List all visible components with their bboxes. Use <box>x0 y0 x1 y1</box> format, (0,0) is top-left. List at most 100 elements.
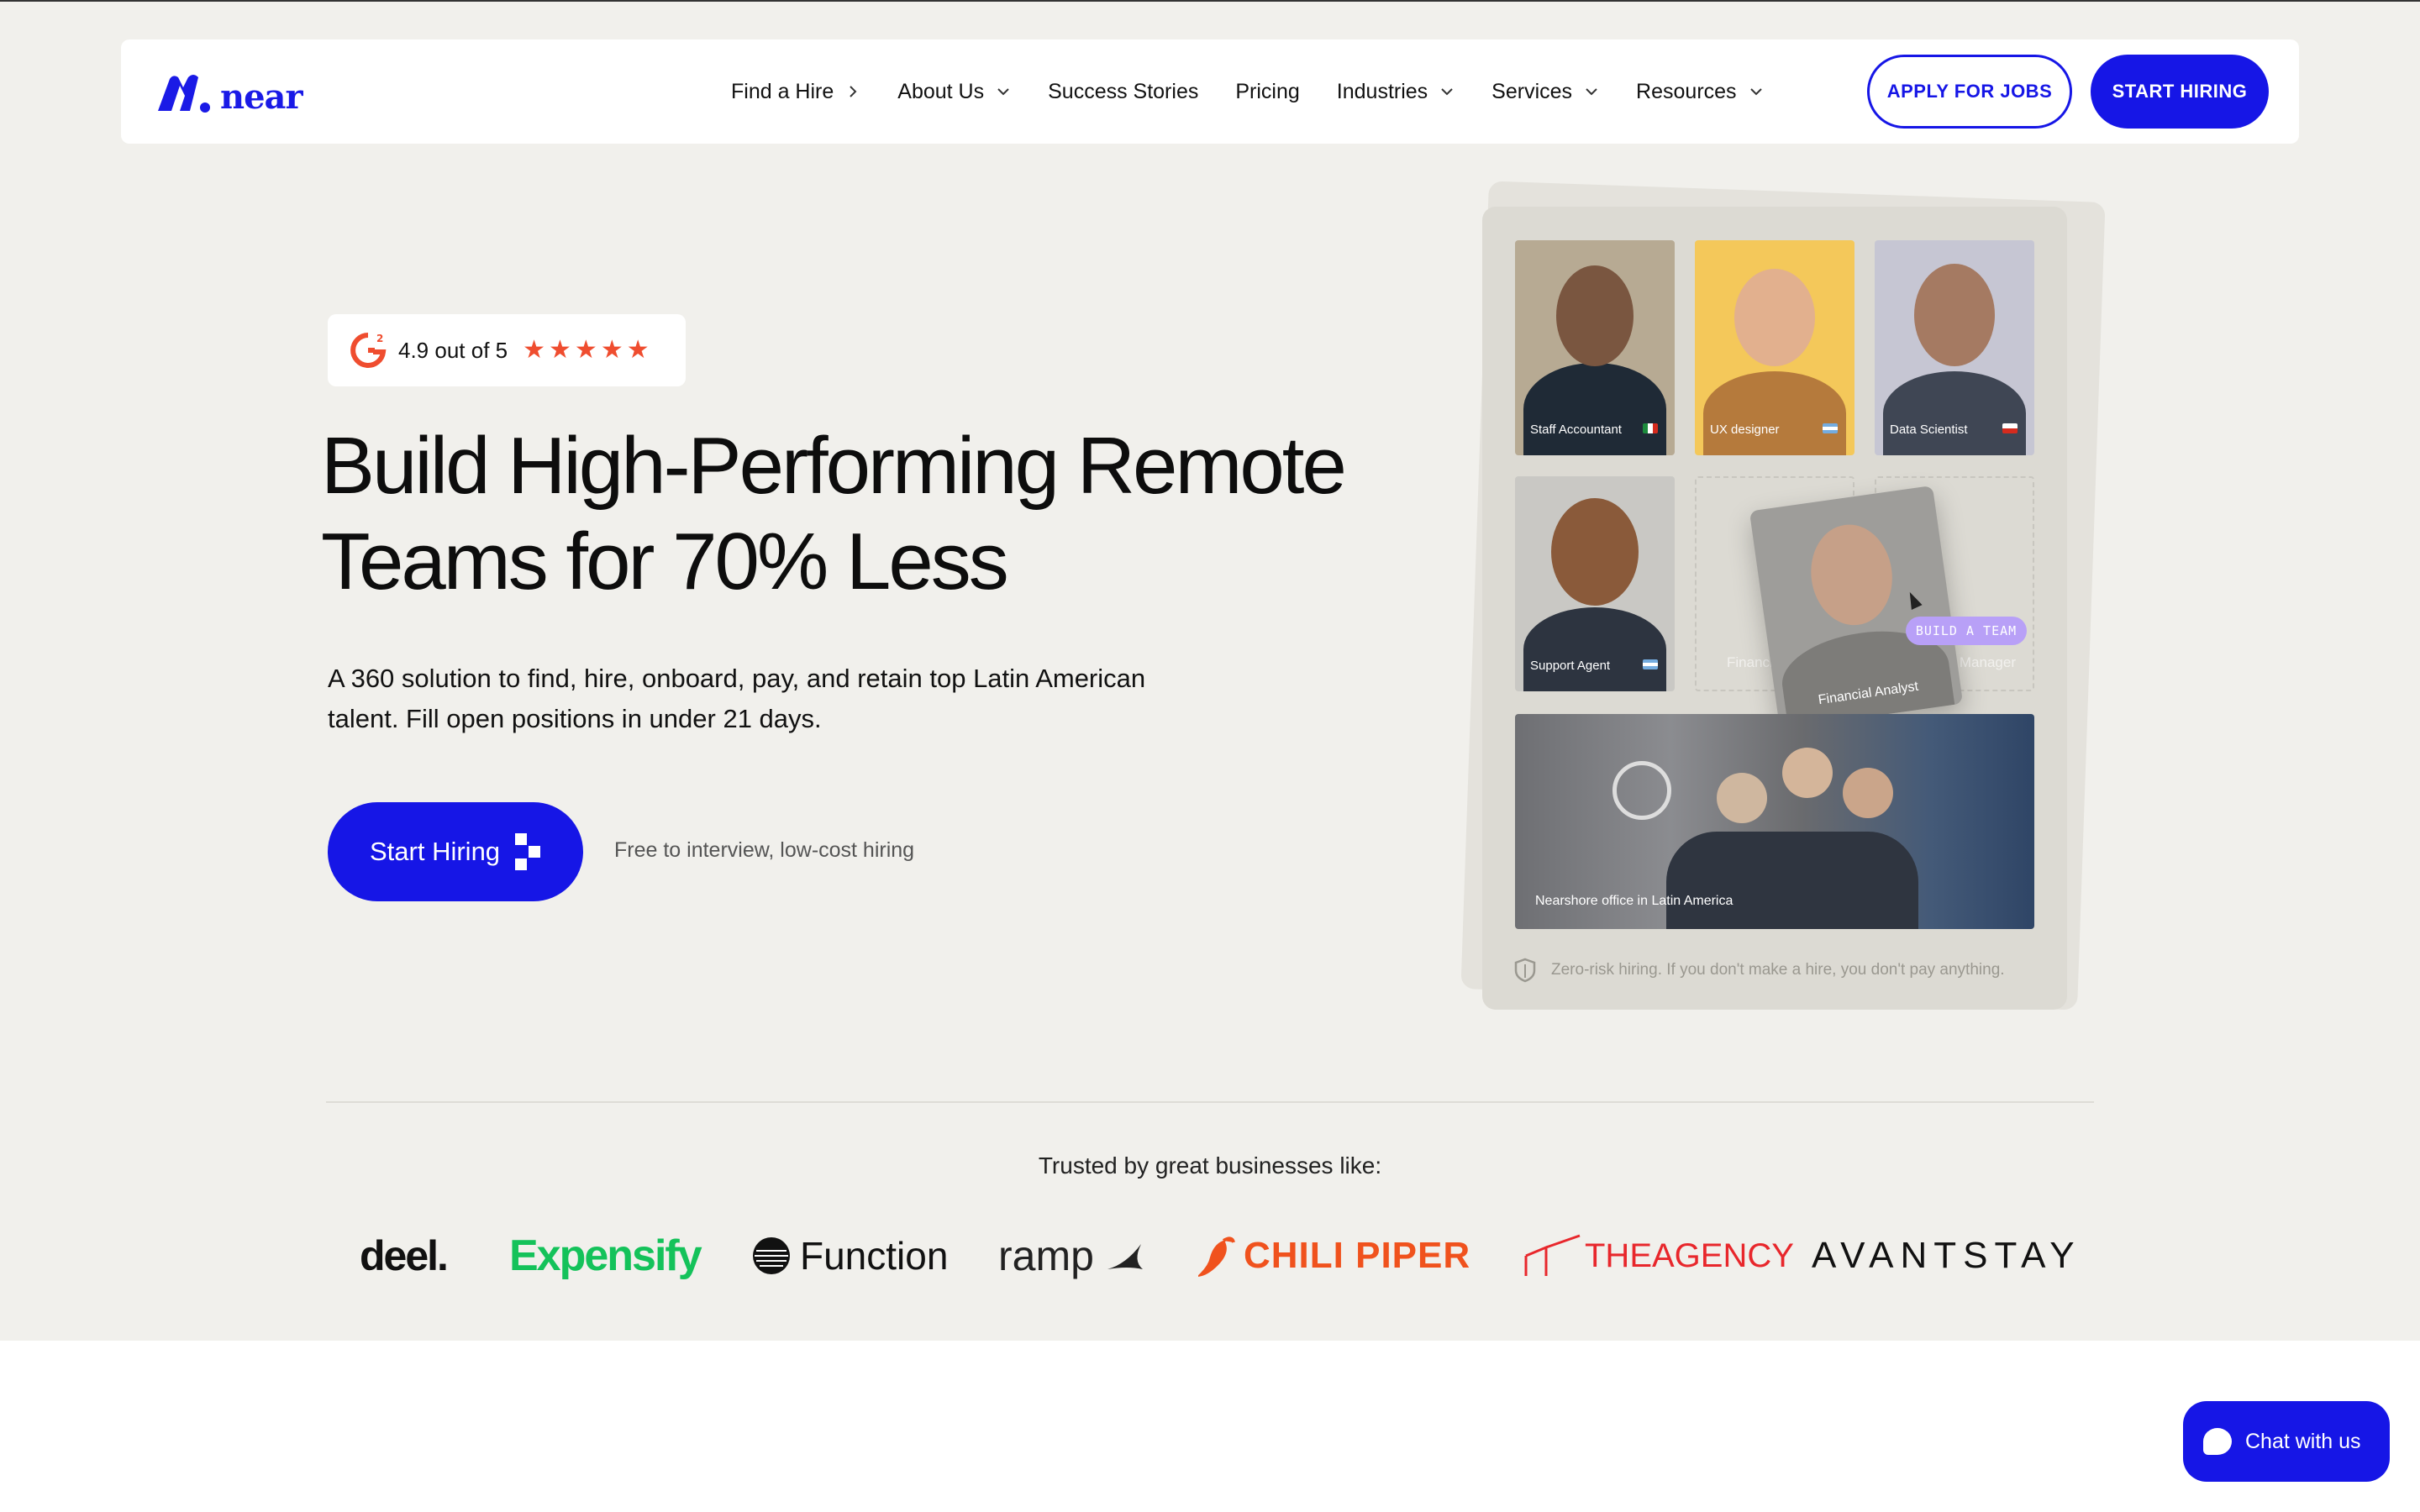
agency-wordmark: THEAGENCY <box>1585 1236 1794 1274</box>
person-head <box>1782 748 1833 798</box>
logo-the-agency: THEAGENCY <box>1523 1220 1794 1292</box>
chevron-down-icon <box>997 88 1009 96</box>
ramp-mark-icon <box>1107 1244 1143 1269</box>
flag-icon <box>1643 423 1658 433</box>
chili-piper-wordmark: CHILI PIPER <box>1244 1235 1471 1276</box>
person-head <box>1843 768 1893 818</box>
menu-success-stories[interactable]: Success Stories <box>1048 80 1198 104</box>
top-border <box>0 0 2420 2</box>
menu-industries[interactable]: Industries <box>1337 80 1455 104</box>
build-a-team-tag: BUILD A TEAM <box>1906 617 2027 645</box>
person-image <box>1523 607 1666 691</box>
ghost-label: Manager <box>1959 654 2016 670</box>
menu-label: Resources <box>1636 79 1737 103</box>
tile-label: UX designer <box>1710 423 1780 437</box>
apply-for-jobs-button[interactable]: APPLY FOR JOBS <box>1867 55 2072 129</box>
person-image <box>1883 371 2026 455</box>
menu-label: Services <box>1491 79 1573 103</box>
function-wordmark: Function <box>800 1234 949 1278</box>
main-menu: Find a Hire About Us Success Stories Pri… <box>731 39 1801 144</box>
agency-mark-icon <box>1524 1234 1581 1276</box>
star-icon: ★ <box>574 336 597 364</box>
shield-icon <box>1514 958 1536 983</box>
flag-icon <box>1643 659 1658 669</box>
chat-with-us-button[interactable]: Chat with us <box>2183 1401 2390 1482</box>
logo-function: Function <box>751 1220 948 1292</box>
menu-label: About Us <box>897 79 985 103</box>
cta-label: Start Hiring <box>370 837 501 866</box>
menu-pricing[interactable]: Pricing <box>1235 80 1299 104</box>
person-image <box>1703 371 1846 455</box>
zero-risk-note: Zero-risk hiring. If you don't make a hi… <box>1514 958 2005 983</box>
menu-label: Success Stories <box>1048 79 1199 103</box>
chat-label: Chat with us <box>2245 1429 2361 1453</box>
menu-about-us[interactable]: About Us <box>897 80 1011 104</box>
g2-rating-badge: 2 4.9 out of 5 ★ ★ ★ ★ ★ <box>328 314 686 386</box>
nav-start-hiring-button[interactable]: START HIRING <box>2091 55 2269 129</box>
tile-label: Support Agent <box>1530 659 1611 673</box>
team-bodies <box>1666 832 1918 929</box>
office-label: Nearshore office in Latin America <box>1535 894 1733 908</box>
hero-start-hiring-button[interactable]: Start Hiring <box>328 802 583 901</box>
near-glyph-icon <box>515 833 541 870</box>
hero-subtext: A 360 solution to find, hire, onboard, p… <box>328 664 1146 733</box>
logo-deel: deel. <box>360 1232 449 1279</box>
person-face <box>1556 265 1634 366</box>
flag-icon <box>2002 423 2018 433</box>
flag-icon <box>1823 423 1838 433</box>
chevron-down-icon <box>1749 88 1762 96</box>
menu-resources[interactable]: Resources <box>1636 80 1764 104</box>
rating-text: 4.9 out of 5 <box>398 337 508 363</box>
star-icon: ★ <box>523 336 546 364</box>
chili-pepper-icon <box>1198 1236 1235 1278</box>
customer-logos: deel. Expensify Function ramp CHILI PIPE… <box>353 1220 2075 1292</box>
star-icon: ★ <box>626 336 650 364</box>
star-icon: ★ <box>549 336 571 364</box>
trusted-title: Trusted by great businesses like: <box>1038 1152 1382 1179</box>
chat-bubble-icon <box>2203 1428 2232 1455</box>
talent-tile-ux-designer[interactable]: UX designer <box>1695 240 1854 455</box>
section-divider <box>326 1101 2094 1103</box>
ramp-wordmark: ramp <box>998 1232 1094 1279</box>
person-face <box>1804 519 1899 631</box>
logo-wordmark: near <box>220 76 303 117</box>
menu-label: Pricing <box>1235 79 1300 103</box>
near-logo-mark-icon <box>158 75 210 113</box>
tile-label: Staff Accountant <box>1530 423 1622 437</box>
hero-headline: Build High-Performing Remote Teams for 7… <box>321 418 1380 610</box>
person-face <box>1734 269 1815 366</box>
function-mark-icon <box>753 1237 790 1274</box>
zero-risk-text: Zero-risk hiring. If you don't make a hi… <box>1551 961 2005 979</box>
wall-logo <box>1612 761 1671 820</box>
person-face <box>1551 498 1639 606</box>
top-navbar: near Find a Hire About Us Success Storie… <box>121 39 2299 144</box>
menu-find-a-hire[interactable]: Find a Hire <box>731 80 860 104</box>
chevron-down-icon <box>1586 88 1597 96</box>
g2-logo-icon: 2 <box>350 333 387 368</box>
tile-label: Data Scientist <box>1890 423 1968 437</box>
star-icon: ★ <box>600 336 623 364</box>
chevron-right-icon <box>850 86 857 97</box>
chevron-down-icon <box>1441 88 1453 96</box>
cta-note: Free to interview, low-cost hiring <box>614 838 915 862</box>
person-face <box>1914 264 1995 366</box>
headline-line-2: Teams for 70% Less <box>321 517 1009 606</box>
logo-chili-piper: CHILI PIPER <box>1198 1220 1470 1292</box>
headline-line-1: Build High-Performing Remote <box>321 421 1347 511</box>
person-image <box>1523 363 1666 455</box>
menu-services[interactable]: Services <box>1491 80 1599 104</box>
talent-tile-data-scientist[interactable]: Data Scientist <box>1875 240 2034 455</box>
person-head <box>1717 773 1767 823</box>
menu-label: Find a Hire <box>731 79 834 103</box>
near-logo[interactable]: near <box>155 70 303 117</box>
menu-label: Industries <box>1336 79 1428 103</box>
logo-ramp: ramp <box>998 1220 1146 1292</box>
talent-tile-support-agent[interactable]: Support Agent <box>1515 476 1675 691</box>
svg-text:2: 2 <box>376 333 383 344</box>
talent-tile-staff-accountant[interactable]: Staff Accountant <box>1515 240 1675 455</box>
rating-stars: ★ ★ ★ ★ ★ <box>523 338 650 363</box>
office-photo: Nearshore office in Latin America <box>1515 714 2034 929</box>
financial-analyst-card[interactable]: Financial Analyst <box>1749 485 1964 730</box>
logo-avantstay: AVANTSTAY <box>1812 1235 2081 1276</box>
logo-expensify: Expensify <box>509 1231 702 1280</box>
